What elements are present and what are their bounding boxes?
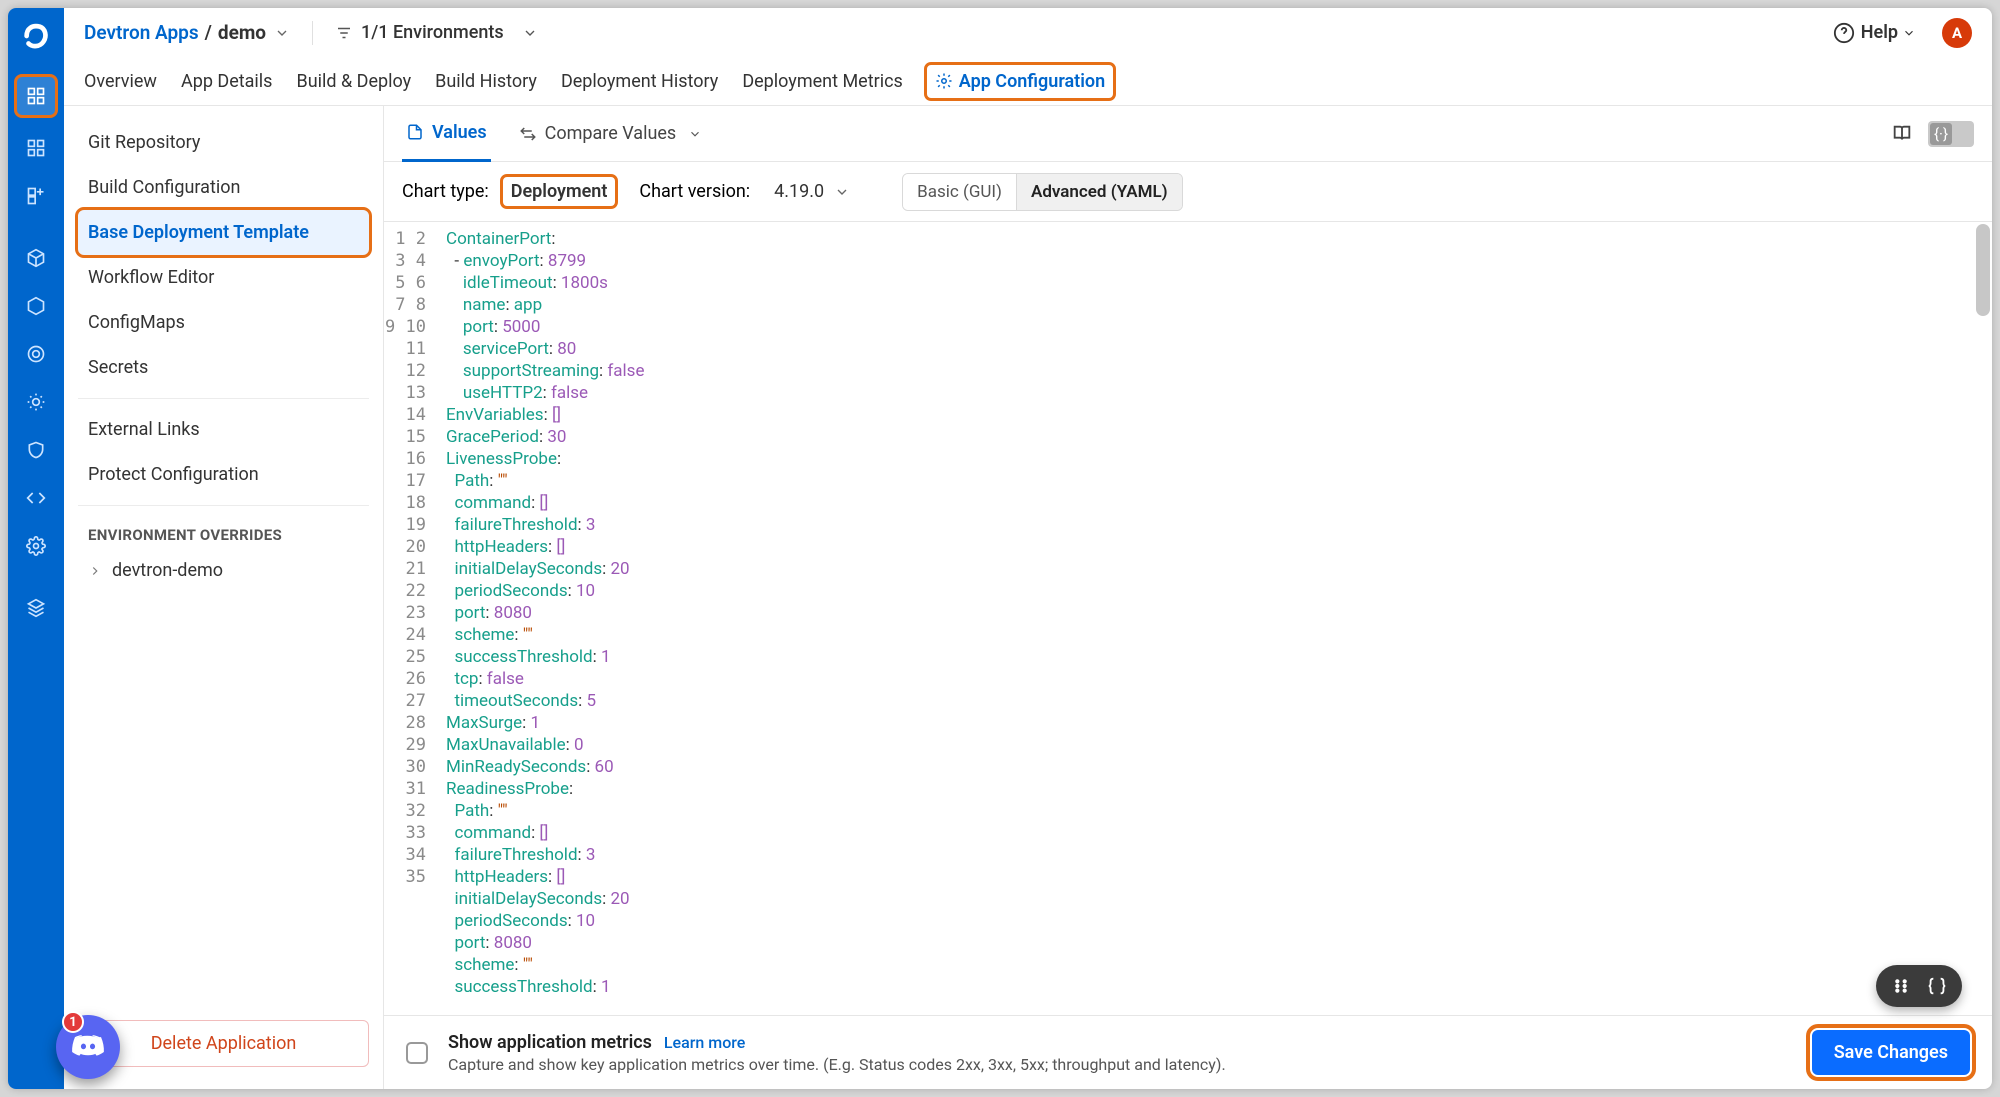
nav-applications-icon[interactable]	[16, 76, 56, 116]
discord-widget[interactable]: 1	[56, 1015, 120, 1079]
nav-env-item-label: devtron-demo	[112, 560, 223, 581]
user-avatar[interactable]: A	[1942, 18, 1972, 48]
nav-grid-icon[interactable]	[20, 132, 52, 164]
tab-overview[interactable]: Overview	[84, 63, 157, 100]
editor-code[interactable]: ContainerPort: - envoyPort: 8799 idleTim…	[436, 222, 1992, 1015]
left-rail	[8, 8, 64, 1089]
values-tab[interactable]: Values	[402, 106, 491, 162]
nav-gear-icon[interactable]	[20, 530, 52, 562]
divider	[78, 505, 369, 506]
readme-icon[interactable]	[1888, 120, 1916, 148]
chart-type-value[interactable]: Deployment	[503, 177, 616, 206]
nav-protect-configuration[interactable]: Protect Configuration	[78, 452, 369, 497]
compare-values-tab[interactable]: Compare Values	[519, 123, 703, 144]
mode-advanced-button[interactable]: Advanced (YAML)	[1016, 174, 1182, 210]
tab-deployment-metrics[interactable]: Deployment Metrics	[742, 63, 902, 100]
nav-shield-icon[interactable]	[20, 434, 52, 466]
show-metrics-desc: Capture and show key application metrics…	[448, 1055, 1226, 1074]
chart-version-dropdown[interactable]: 4.19.0	[764, 175, 860, 208]
tab-deployment-history[interactable]: Deployment History	[561, 63, 718, 100]
nav-target-icon[interactable]	[20, 338, 52, 370]
header: Devtron Apps / demo 1/1 Environments Hel…	[64, 8, 1992, 106]
floating-editor-handle[interactable]	[1876, 965, 1962, 1007]
config-side-nav: Git Repository Build Configuration Base …	[64, 106, 384, 1089]
chart-version-label: Chart version:	[639, 181, 750, 202]
chevron-down-icon	[1902, 26, 1916, 40]
vertical-divider	[312, 21, 313, 45]
help-button[interactable]: Help	[1833, 22, 1922, 44]
braces-icon	[1926, 975, 1948, 997]
values-tab-label: Values	[432, 122, 487, 143]
editor-scrollbar-thumb[interactable]	[1976, 224, 1990, 316]
nav-build-configuration[interactable]: Build Configuration	[78, 165, 369, 210]
mode-basic-button[interactable]: Basic (GUI)	[903, 174, 1016, 210]
learn-more-link[interactable]: Learn more	[664, 1033, 745, 1052]
compare-icon	[519, 125, 537, 143]
tab-build-history[interactable]: Build History	[435, 63, 537, 100]
tab-app-details[interactable]: App Details	[181, 63, 273, 100]
devtron-logo-icon[interactable]	[16, 16, 56, 56]
footer-bar: Show application metrics Learn more Capt…	[384, 1015, 1992, 1089]
tab-app-configuration[interactable]: App Configuration	[927, 65, 1113, 98]
environment-filter[interactable]: 1/1 Environments	[335, 22, 546, 43]
environment-filter-label: 1/1 Environments	[361, 22, 504, 43]
nav-secrets[interactable]: Secrets	[78, 345, 369, 390]
tab-app-configuration-label: App Configuration	[959, 71, 1105, 92]
chevron-down-icon	[834, 184, 850, 200]
file-braces-icon	[406, 123, 424, 141]
show-metrics-checkbox[interactable]	[406, 1042, 428, 1064]
chevron-down-icon	[522, 25, 538, 41]
save-changes-button[interactable]: Save Changes	[1812, 1030, 1970, 1075]
discord-badge-count: 1	[62, 1011, 84, 1033]
nav-env-item[interactable]: devtron-demo	[78, 550, 369, 591]
discord-icon	[71, 1030, 105, 1064]
breadcrumb-root[interactable]: Devtron Apps	[84, 21, 199, 44]
nav-configmaps[interactable]: ConfigMaps	[78, 300, 369, 345]
breadcrumb-app-name[interactable]: demo	[218, 21, 266, 44]
values-bar: Values Compare Values {·}	[384, 106, 1992, 162]
chart-type-label: Chart type:	[402, 181, 489, 202]
help-icon	[1833, 22, 1855, 44]
nav-code-icon[interactable]	[20, 482, 52, 514]
nav-base-deployment-template[interactable]: Base Deployment Template	[78, 210, 369, 255]
chevron-down-icon[interactable]	[274, 25, 290, 41]
chevron-right-icon	[88, 564, 102, 578]
drag-handle-icon	[1890, 975, 1912, 997]
nav-workflow-editor[interactable]: Workflow Editor	[78, 255, 369, 300]
editor-pane: Values Compare Values {·}	[384, 106, 1992, 1089]
compare-values-label: Compare Values	[545, 123, 677, 144]
nav-heading-env-overrides: ENVIRONMENT OVERRIDES	[78, 514, 369, 550]
json-view-toggle[interactable]: {·}	[1928, 121, 1974, 147]
gear-icon	[935, 72, 953, 90]
tab-build-deploy[interactable]: Build & Deploy	[296, 63, 411, 100]
nav-bug-icon[interactable]	[20, 386, 52, 418]
nav-git-repository[interactable]: Git Repository	[78, 120, 369, 165]
nav-package-icon[interactable]	[20, 242, 52, 274]
editor-gutter: 1 2 3 4 5 6 7 8 9 10 11 12 13 14 15 16 1…	[384, 222, 436, 1015]
editor-mode-toggle: Basic (GUI) Advanced (YAML)	[902, 173, 1182, 211]
nav-layers-icon[interactable]	[20, 592, 52, 624]
nav-box-icon[interactable]	[20, 290, 52, 322]
chart-bar: Chart type: Deployment Chart version: 4.…	[384, 162, 1992, 222]
chart-version-value: 4.19.0	[774, 181, 824, 202]
help-label: Help	[1861, 22, 1898, 43]
nav-external-links[interactable]: External Links	[78, 407, 369, 452]
json-toggle-knob: {·}	[1930, 123, 1952, 145]
nav-plus-grid-icon[interactable]	[20, 180, 52, 212]
breadcrumb-separator: /	[205, 21, 212, 44]
show-metrics-title: Show application metrics	[448, 1032, 652, 1053]
chevron-down-icon	[688, 127, 702, 141]
delete-application-button[interactable]: Delete Application	[78, 1020, 369, 1067]
divider	[78, 398, 369, 399]
app-tabs: Overview App Details Build & Deploy Buil…	[84, 57, 1972, 105]
filter-icon	[335, 24, 353, 42]
yaml-editor[interactable]: 1 2 3 4 5 6 7 8 9 10 11 12 13 14 15 16 1…	[384, 222, 1992, 1015]
